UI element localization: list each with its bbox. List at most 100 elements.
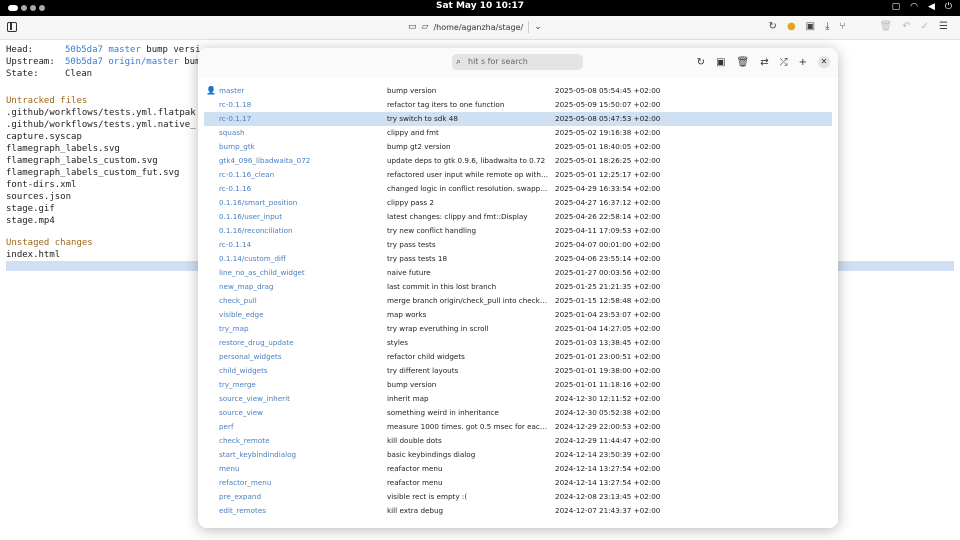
commit-date: 2025-05-01 12:25:17 +02:00 (555, 170, 661, 179)
branch-row[interactable]: rc-0.1.16_clean refactored user input whi… (198, 168, 838, 182)
branch-row[interactable]: rc-0.1.17 try switch to sdk 48 2025-05-08 … (204, 112, 832, 126)
sync-icon[interactable]: ⇄ (760, 57, 768, 68)
search-icon: ⌕ (456, 57, 462, 67)
menu-icon[interactable]: ☰ (939, 21, 948, 32)
branch-row[interactable]: source_view_inherit inherit map 2024-12-30… (198, 392, 838, 406)
branch-row[interactable]: rc-0.1.16 changed logic in conflict resol… (198, 182, 838, 196)
branch-name: gtk4_096_libadwaita_072 (219, 156, 311, 165)
branch-row[interactable]: bump_gtk bump gt2 version 2025-05-01 18:40… (198, 140, 838, 154)
commit-message: styles (387, 338, 408, 347)
undo-icon[interactable]: ↶ (902, 21, 910, 32)
branch-row[interactable]: rc-0.1.14 try pass tests 2025-04-07 00:01:… (198, 238, 838, 252)
branch-name: rc-0.1.16 (219, 184, 252, 193)
branch-name: rc-0.1.14 (219, 240, 252, 249)
head-branch[interactable]: master (108, 45, 141, 55)
branch-row[interactable]: 0.1.16/smart_position clippy pass 2 2025-0… (198, 196, 838, 210)
close-icon[interactable]: ✕ (818, 56, 830, 68)
save-icon[interactable]: ▣ (716, 57, 725, 68)
untracked-file[interactable]: flamegraph_labels_custom_fut.svg (6, 167, 179, 179)
untracked-file[interactable]: flamegraph_labels.svg (6, 143, 120, 155)
branch-row[interactable]: source_view something weird in inheritanc… (198, 406, 838, 420)
branch-row[interactable]: menu reafactor menu 2024-12-14 13:27:54 +0… (198, 462, 838, 476)
untracked-file[interactable]: stage.gif (6, 203, 55, 215)
commit-message: clippy pass 2 (387, 198, 434, 207)
branch-row[interactable]: pre_expand visible rect is empty :(2024-1… (198, 490, 838, 504)
commit-date: 2025-01-27 00:03:56 +02:00 (555, 268, 661, 277)
check-icon[interactable]: ✓ (921, 21, 929, 32)
head-hash[interactable]: 50b5da7 (65, 45, 103, 55)
repo-path-selector[interactable]: ▭ ▱ /home/aganzha/stage/ ⌄ (408, 21, 542, 33)
screen-record-icon[interactable]: ▢ (892, 2, 901, 12)
commit-message: reafactor menu (387, 478, 443, 487)
warning-icon[interactable]: ● (787, 21, 796, 32)
wifi-icon[interactable]: ◠ (910, 2, 918, 12)
refresh-icon[interactable]: ↻ (697, 57, 705, 68)
commit-message: refactor tag iters to one function (387, 100, 505, 109)
untracked-file[interactable]: .github/workflows/tests.yml.native_ (6, 119, 196, 131)
branch-row[interactable]: personal_widgets refactor child widgets 20… (198, 350, 838, 364)
branch-name: edit_remotes (219, 506, 266, 515)
branch-row[interactable]: try_merge bump version 2025-01-01 11:18:16… (198, 378, 838, 392)
trash-icon[interactable]: 🗑 (737, 57, 750, 68)
commit-message: try switch to sdk 48 (387, 114, 458, 123)
commit-message: bump version (387, 380, 437, 389)
branch-row[interactable]: 0.1.14/custom_diff try pass tests 18 2025-… (198, 252, 838, 266)
branch-row[interactable]: refactor_menu reafactor menu 2024-12-14 13… (198, 476, 838, 490)
untracked-file[interactable]: .github/workflows/tests.yml.flatpak (6, 107, 196, 119)
branch-row[interactable]: rc-0.1.18 refactor tag iters to one funct… (198, 98, 838, 112)
branch-row[interactable]: restore_drug_update styles 2025-01-03 13:3… (198, 336, 838, 350)
commit-date: 2025-04-06 23:55:14 +02:00 (555, 254, 661, 263)
branch-row[interactable]: 0.1.16/reconciliation try new conflict ha… (198, 224, 838, 238)
system-tray[interactable]: ▢ ◠ ◀ ⏻ (892, 2, 952, 12)
commit-message: inherit map (387, 394, 429, 403)
chevron-down-icon[interactable]: ⌄ (534, 22, 542, 32)
shuffle-icon[interactable]: ⤮ (780, 57, 788, 68)
branch-row[interactable]: squash clippy and fmt 2025-05-02 19:16:38 … (198, 126, 838, 140)
repo-path[interactable]: /home/aganzha/stage/ (433, 23, 523, 32)
power-icon[interactable]: ⏻ (945, 2, 952, 12)
commit-date: 2024-12-14 13:27:54 +02:00 (555, 464, 661, 473)
untracked-file[interactable]: flamegraph_labels_custom.svg (6, 155, 158, 167)
upstream-hash[interactable]: 50b5da7 (65, 57, 103, 67)
monitor-icon[interactable]: ▭ (408, 22, 417, 32)
unstaged-header[interactable]: Unstaged changes (6, 237, 93, 249)
branch-row[interactable]: gtk4_096_libadwaita_072 update deps to gt… (198, 154, 838, 168)
search-input[interactable]: ⌕ hit s for search (452, 54, 583, 70)
branch-row[interactable]: 👤 master bump version 2025-05-08 05:54:45 +… (198, 84, 838, 98)
branch-name: master (219, 86, 245, 95)
untracked-header[interactable]: Untracked files (6, 95, 87, 107)
trash-icon[interactable]: 🗑 (880, 21, 893, 32)
sidebar-icon[interactable] (7, 22, 17, 32)
branch-row[interactable]: check_remote kill double dots 2024-12-29 1… (198, 434, 838, 448)
commit-date: 2024-12-14 23:50:39 +02:00 (555, 450, 661, 459)
untracked-file[interactable]: capture.syscap (6, 131, 82, 143)
untracked-file[interactable]: sources.json (6, 191, 71, 203)
untracked-file[interactable]: font-dirs.xml (6, 179, 76, 191)
upstream-branch[interactable]: origin/master (108, 57, 178, 67)
branch-icon[interactable]: ⑂ (840, 21, 846, 32)
branch-row[interactable]: check_pull merge branch origin/check_pull… (198, 294, 838, 308)
save-icon[interactable]: ▣ (806, 21, 815, 32)
branch-row[interactable]: perf measure 1000 times. got 0.5 msec for… (198, 420, 838, 434)
refresh-icon[interactable]: ↻ (769, 21, 777, 32)
clock[interactable]: Sat May 10 10:17 (0, 1, 960, 11)
commit-message: refactor child widgets (387, 352, 465, 361)
branch-row[interactable]: line_no_as_child_widget naive future 2025-… (198, 266, 838, 280)
branch-row[interactable]: new_map_drag last commit in this lost bra… (198, 280, 838, 294)
unstaged-file[interactable]: index.html (6, 249, 60, 261)
untracked-file[interactable]: stage.mp4 (6, 215, 55, 227)
branch-row[interactable]: child_widgets try different layouts 2025-0… (198, 364, 838, 378)
branch-row[interactable]: try_map try wrap everuthing in scroll 2025… (198, 322, 838, 336)
add-icon[interactable]: + (799, 57, 807, 68)
download-icon[interactable]: ⤓ (825, 21, 829, 32)
commit-date: 2024-12-08 23:13:45 +02:00 (555, 492, 661, 501)
branch-row[interactable]: edit_remotes kill extra debug 2024-12-07 2… (198, 504, 838, 518)
volume-icon[interactable]: ◀ (928, 2, 935, 12)
commit-date: 2025-01-03 13:38:45 +02:00 (555, 338, 661, 347)
branch-row[interactable]: 0.1.16/user_input latest changes: clippy … (198, 210, 838, 224)
branch-list[interactable]: 👤 master bump version 2025-05-08 05:54:45 +… (198, 84, 838, 518)
branch-row[interactable]: visible_edge map works 2025-01-04 23:53:07… (198, 308, 838, 322)
branch-row[interactable]: start_keybindindialog basic keybindings d… (198, 448, 838, 462)
commit-date: 2024-12-14 13:27:54 +02:00 (555, 478, 661, 487)
